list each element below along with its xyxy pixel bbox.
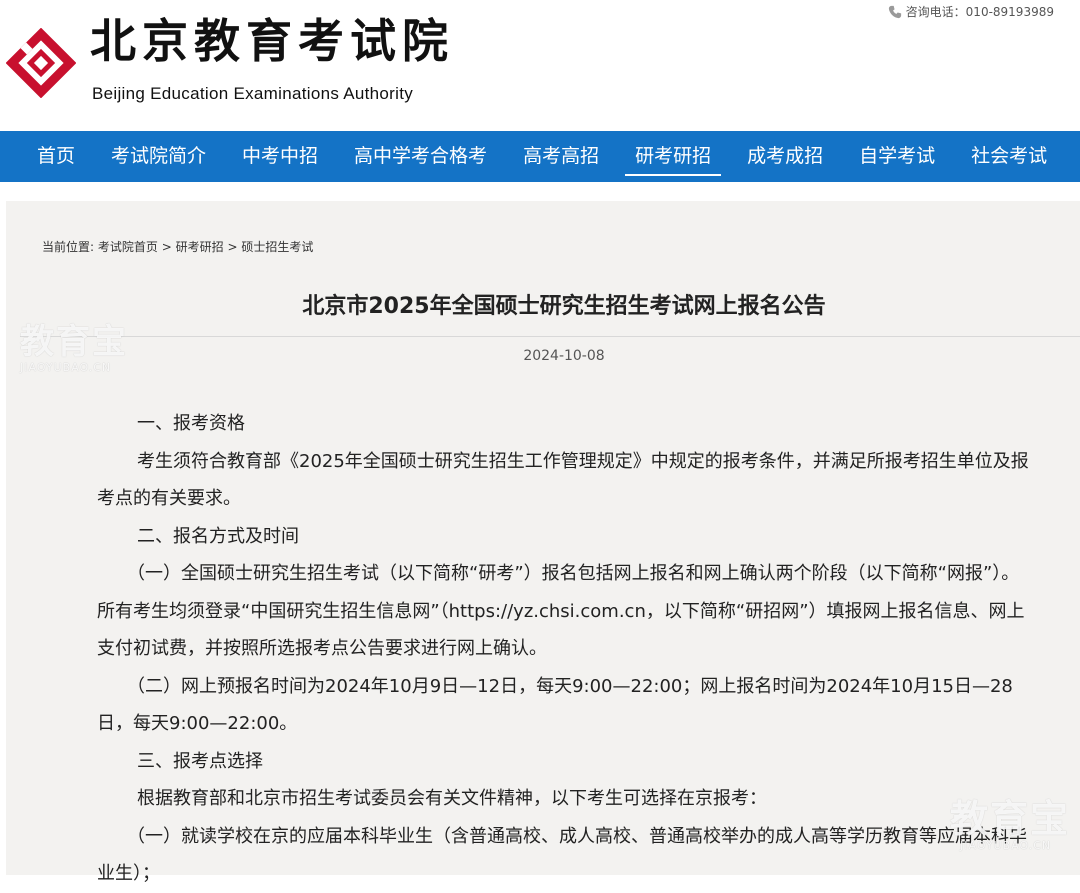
watermark-sub: JIAOYUBAO.CN (20, 361, 112, 374)
logo-icon[interactable] (6, 28, 76, 98)
nav-zhongkao[interactable]: 中考中招 (240, 131, 320, 182)
nav-about[interactable]: 考试院简介 (109, 131, 208, 182)
nav-yankao[interactable]: 研考研招 (625, 131, 722, 182)
watermark: 教育宝 (950, 797, 1071, 841)
paragraph: （一）就读学校在京的应届本科毕业生（含普通高校、成人高校、普通高校举办的成人高等… (97, 825, 1027, 885)
article-body: 一、报考资格 考生须符合教育部《2025年全国硕士研究生招生工作管理规定》中规定… (97, 405, 1037, 893)
watermark-sub: JIAOYUBAO.CN (960, 839, 1052, 852)
phone-icon (888, 5, 901, 18)
breadcrumb-prefix: 当前位置: (42, 240, 95, 254)
nav-home[interactable]: 首页 (35, 131, 77, 182)
hotline-text: 咨询电话：010-89193989 (905, 5, 1054, 19)
section-heading: 一、报考资格 (137, 413, 245, 434)
nav-chengkao[interactable]: 成考成招 (745, 131, 825, 182)
logo-subtitle: Beijing Education Examinations Authority (92, 84, 414, 103)
watermark: 教育宝 (20, 322, 128, 362)
paragraph: （二）网上预报名时间为2024年10月9日—12日，每天9:00—22:00；网… (97, 675, 1013, 735)
breadcrumb-home[interactable]: 考试院首页 (98, 240, 158, 254)
title-divider (20, 336, 1080, 337)
breadcrumb-separator: > (227, 240, 238, 254)
nav-xuekao[interactable]: 高中学考合格考 (352, 131, 489, 182)
nav-shehui[interactable]: 社会考试 (969, 131, 1049, 182)
site-header: 北京教育考试院 Beijing Education Examinations A… (0, 0, 1080, 131)
section-heading: 二、报名方式及时间 (137, 525, 299, 547)
breadcrumb-shuoshi[interactable]: 硕士招生考试 (241, 240, 313, 254)
article-date: 2024-10-08 (523, 348, 605, 364)
hotline: 咨询电话：010-89193989 (888, 3, 1054, 20)
breadcrumb-separator: > (161, 240, 172, 254)
paragraph: 根据教育部和北京市招生考试委员会有关文件精神，以下考生可选择在京报考： (137, 788, 767, 809)
paragraph: 考生须符合教育部《2025年全国硕士研究生招生工作管理规定》中规定的报考条件，并… (97, 450, 1029, 510)
paragraph: （一）全国硕士研究生招生考试（以下简称“研考”）报名包括网上报名和网上确认两个阶… (97, 563, 1025, 659)
main-nav: 首页 考试院简介 中考中招 高中学考合格考 高考高招 研考研招 成考成招 自学考… (0, 131, 1080, 182)
breadcrumb-yankao[interactable]: 研考研招 (176, 240, 224, 254)
article-title: 北京市2025年全国硕士研究生招生考试网上报名公告 (302, 294, 826, 319)
logo-title[interactable]: 北京教育考试院 (90, 18, 454, 64)
breadcrumb: 当前位置: 考试院首页 > 研考研招 > 硕士招生考试 (42, 238, 313, 255)
nav-gaokao[interactable]: 高考高招 (521, 131, 601, 182)
section-heading: 三、报考点选择 (137, 750, 263, 772)
nav-zikao[interactable]: 自学考试 (857, 131, 937, 182)
